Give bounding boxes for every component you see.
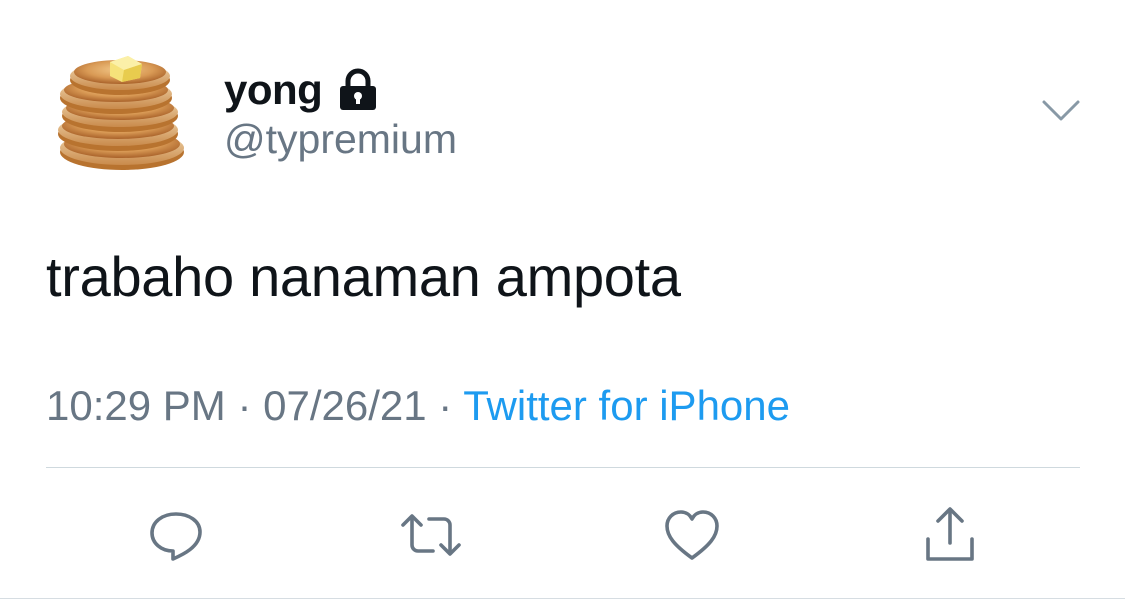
- meta-separator: ·: [426, 382, 464, 429]
- avatar[interactable]: [52, 48, 190, 180]
- divider: [46, 467, 1080, 468]
- tweet-date: 07/26/21: [263, 382, 427, 429]
- tweet-time: 10:29 PM: [46, 382, 226, 429]
- retweet-icon: [401, 514, 461, 556]
- display-name[interactable]: yong: [224, 66, 323, 114]
- like-icon: [665, 510, 719, 560]
- user-handle[interactable]: @typremium: [224, 116, 457, 163]
- share-button[interactable]: [920, 505, 980, 565]
- tweet-source-link[interactable]: Twitter for iPhone: [463, 382, 790, 429]
- like-button[interactable]: [662, 505, 722, 565]
- share-icon: [926, 507, 974, 561]
- tweet-text: trabaho nanaman ampota: [46, 245, 681, 308]
- lock-icon: [338, 68, 378, 112]
- bottom-divider: [0, 598, 1125, 599]
- pancake-stack-icon: [58, 56, 184, 170]
- meta-separator: ·: [225, 382, 264, 429]
- chevron-down-icon[interactable]: [1040, 96, 1082, 126]
- tweet-meta: 10:29 PM · 07/26/21 · Twitter for iPhone: [46, 382, 790, 430]
- name-row: yong: [224, 62, 378, 118]
- tweet-card: yong @typremium trabaho nanaman ampota 1…: [0, 0, 1125, 601]
- reply-button[interactable]: [146, 505, 206, 565]
- retweet-button[interactable]: [401, 505, 461, 565]
- reply-icon: [150, 512, 202, 561]
